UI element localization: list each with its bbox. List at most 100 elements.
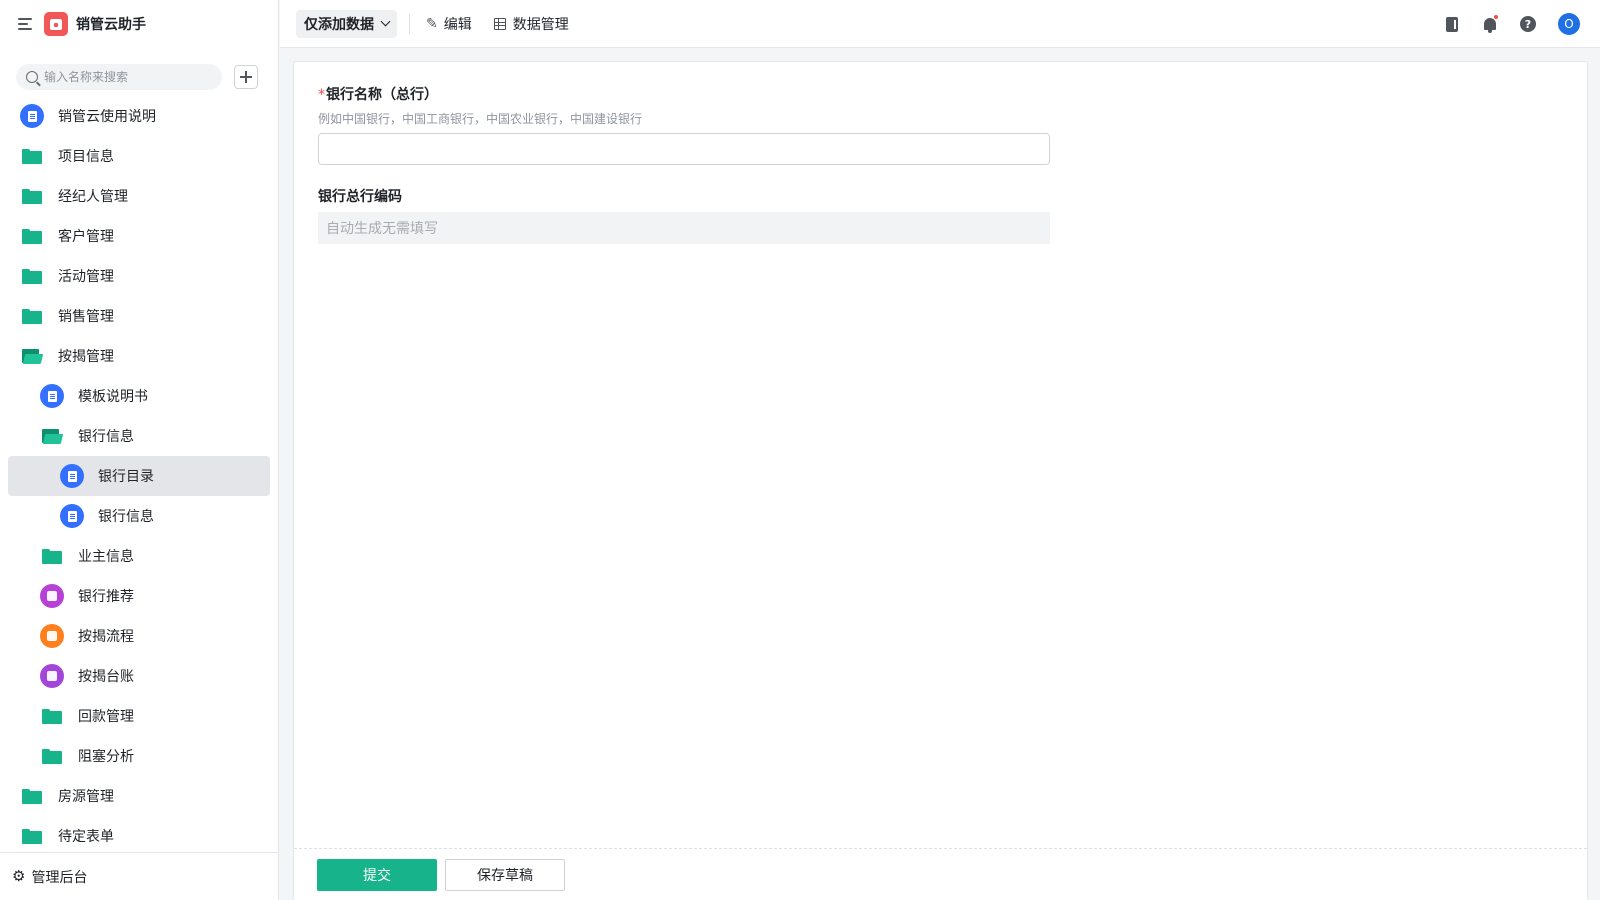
folder-icon [20, 824, 44, 848]
sidebar-item-usage-guide[interactable]: 销管云使用说明 [8, 96, 270, 136]
sidebar-item-label: 银行信息 [98, 509, 154, 525]
recommend-icon [40, 584, 64, 608]
view-mode-label: 仅添加数据 [304, 16, 374, 33]
sidebar-item-label: 销售管理 [58, 309, 114, 325]
sidebar-item-sales-management[interactable]: 销售管理 [8, 296, 270, 336]
search-icon [26, 71, 38, 83]
help-icon[interactable]: ? [1518, 14, 1538, 34]
search-row [0, 48, 278, 96]
folder-icon [20, 184, 44, 208]
save-draft-button[interactable]: 保存草稿 [445, 858, 565, 891]
sidebar-item-bank-info-folder[interactable]: 银行信息 [8, 416, 270, 456]
sidebar-item-label: 房源管理 [58, 789, 114, 805]
folder-icon [20, 144, 44, 168]
bank-code-field: 银行总行编码 自动生成无需填写 [318, 186, 1050, 244]
sidebar-item-label: 按揭管理 [58, 349, 114, 365]
sidebar-item-property-management[interactable]: 房源管理 [8, 776, 270, 816]
notification-dot [1493, 14, 1499, 20]
app-title: 销管云助手 [76, 17, 146, 33]
view-mode-select[interactable]: 仅添加数据 [296, 9, 397, 38]
sidebar-item-template-manual[interactable]: 模板说明书 [8, 376, 270, 416]
bank-name-field: *银行名称（总行） 例如中国银行，中国工商银行，中国农业银行，中国建设银行 [318, 84, 1050, 165]
sidebar-item-label: 销管云使用说明 [58, 109, 156, 125]
bank-code-label: 银行总行编码 [318, 189, 402, 205]
submit-button[interactable]: 提交 [317, 858, 437, 891]
folder-icon [40, 704, 64, 728]
folder-icon [20, 224, 44, 248]
top-toolbar: 仅添加数据 ✎ 编辑 数据管理 ? O [280, 0, 1600, 48]
sidebar-nav: 销管云使用说明 项目信息 经纪人管理 客户管理 活动管理 销售管理 按揭管理 模… [0, 96, 278, 856]
folder-icon [20, 784, 44, 808]
required-mark: * [318, 87, 325, 103]
sidebar-item-bank-directory[interactable]: 银行目录 [8, 456, 270, 496]
workflow-icon [40, 624, 64, 648]
form-panel: *银行名称（总行） 例如中国银行，中国工商银行，中国农业银行，中国建设银行 银行… [293, 61, 1588, 900]
sidebar-item-activity-management[interactable]: 活动管理 [8, 256, 270, 296]
sidebar-item-label: 客户管理 [58, 229, 114, 245]
data-management-label: 数据管理 [512, 16, 569, 33]
notebook-icon[interactable] [1442, 14, 1462, 34]
sidebar-item-label: 待定表单 [58, 829, 114, 845]
app-logo-icon [44, 12, 68, 36]
sidebar-item-label: 模板说明书 [78, 389, 148, 405]
data-management-button[interactable]: 数据管理 [493, 14, 569, 34]
folder-open-icon [20, 344, 44, 368]
search-box[interactable] [16, 64, 222, 90]
sidebar-item-owner-info[interactable]: 业主信息 [8, 536, 270, 576]
bank-name-label: *银行名称（总行） [318, 87, 438, 103]
sidebar-item-label: 项目信息 [58, 149, 114, 165]
sidebar: 销管云助手 销管云使用说明 项目信息 经纪人管理 客户管理 活动管理 [0, 0, 279, 900]
menu-icon[interactable] [18, 17, 34, 31]
sidebar-item-mortgage-ledger[interactable]: 按揭台账 [8, 656, 270, 696]
sidebar-item-blocking-analysis[interactable]: 阻塞分析 [8, 736, 270, 776]
form-footer: 提交 保存草稿 [294, 848, 1587, 900]
folder-open-icon [40, 424, 64, 448]
sidebar-item-label: 阻塞分析 [78, 749, 134, 765]
folder-icon [20, 264, 44, 288]
bank-code-readonly: 自动生成无需填写 [318, 212, 1050, 244]
avatar[interactable]: O [1558, 13, 1580, 35]
sidebar-item-customer-management[interactable]: 客户管理 [8, 216, 270, 256]
admin-console-link[interactable]: ⚙ 管理后台 [0, 852, 278, 900]
toolbar-divider [409, 13, 410, 34]
sidebar-item-pending-forms[interactable]: 待定表单 [8, 816, 270, 856]
add-icon[interactable] [234, 65, 258, 89]
doc-icon [40, 384, 64, 408]
toolbar-right: ? O [1424, 0, 1580, 48]
table-icon [493, 17, 506, 30]
sidebar-item-label: 业主信息 [78, 549, 134, 565]
sidebar-item-label: 银行信息 [78, 429, 134, 445]
doc-icon [60, 504, 84, 528]
bell-icon[interactable] [1480, 14, 1500, 34]
sidebar-item-mortgage-management[interactable]: 按揭管理 [8, 336, 270, 376]
doc-icon [60, 464, 84, 488]
folder-icon [40, 744, 64, 768]
sidebar-item-agent-management[interactable]: 经纪人管理 [8, 176, 270, 216]
folder-icon [20, 304, 44, 328]
bank-name-hint: 例如中国银行，中国工商银行，中国农业银行，中国建设银行 [318, 112, 643, 126]
sidebar-item-label: 按揭台账 [78, 669, 134, 685]
doc-icon [20, 104, 44, 128]
admin-console-label: 管理后台 [31, 869, 88, 886]
sidebar-item-project-info[interactable]: 项目信息 [8, 136, 270, 176]
edit-button[interactable]: ✎ 编辑 [426, 14, 472, 34]
dashboard-icon [40, 664, 64, 688]
sidebar-item-label: 回款管理 [78, 709, 134, 725]
sidebar-item-mortgage-workflow[interactable]: 按揭流程 [8, 616, 270, 656]
sidebar-item-label: 活动管理 [58, 269, 114, 285]
sidebar-item-label: 经纪人管理 [58, 189, 128, 205]
sidebar-item-label: 银行目录 [98, 469, 154, 485]
sidebar-item-label: 按揭流程 [78, 629, 134, 645]
search-input[interactable] [44, 70, 204, 84]
pencil-icon: ✎ [426, 15, 438, 32]
folder-icon [40, 544, 64, 568]
sidebar-item-bank-info[interactable]: 银行信息 [8, 496, 270, 536]
edit-label: 编辑 [443, 16, 472, 33]
sidebar-item-label: 银行推荐 [78, 589, 134, 605]
sidebar-item-payment-management[interactable]: 回款管理 [8, 696, 270, 736]
chevron-down-icon [380, 16, 391, 27]
sidebar-header: 销管云助手 [0, 0, 278, 48]
gear-icon: ⚙ [12, 867, 26, 885]
bank-name-input[interactable] [318, 133, 1050, 165]
sidebar-item-bank-recommend[interactable]: 银行推荐 [8, 576, 270, 616]
